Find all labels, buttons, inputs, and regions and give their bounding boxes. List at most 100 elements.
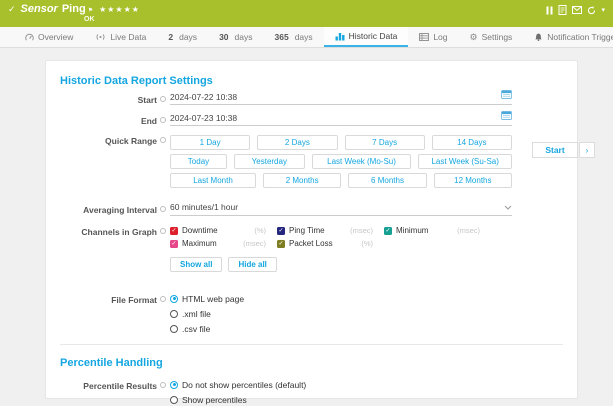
tab-live-data[interactable]: Live Data: [84, 27, 157, 47]
tab-label: days: [295, 32, 313, 42]
quick-range-12-months-button[interactable]: 12 Months: [434, 173, 512, 188]
tab-historic-data[interactable]: Historic Data: [324, 27, 409, 47]
channel-minimum: Minimum (msec): [384, 226, 480, 235]
quick-range-last-week-su-sa-button[interactable]: Last Week (Su-Sa): [418, 154, 512, 169]
start-report-button-group: Start ›: [532, 142, 595, 158]
radio-icon: [170, 396, 178, 404]
tab-label: Log: [433, 32, 447, 42]
tab-label: Overview: [38, 32, 73, 42]
tab-number: 365: [275, 32, 289, 42]
quick-range-2-months-button[interactable]: 2 Months: [263, 173, 341, 188]
tab-2-days[interactable]: 2 days: [157, 27, 208, 47]
percentile-hide-radio[interactable]: Do not show percentiles (default): [170, 380, 512, 389]
show-all-button[interactable]: Show all: [170, 257, 222, 272]
sensor-status-bar: ✓ Sensor Ping ⚑ ★★★★★ OK ▾: [0, 0, 613, 27]
quick-range-1-day-button[interactable]: 1 Day: [170, 135, 250, 150]
bar-chart-icon: [335, 32, 345, 41]
quick-range-yesterday-button[interactable]: Yesterday: [234, 154, 305, 169]
section-title-report-settings: Historic Data Report Settings: [60, 75, 563, 87]
calendar-icon[interactable]: [501, 110, 512, 122]
quick-range-last-month-button[interactable]: Last Month: [170, 173, 256, 188]
averaging-interval-row: Averaging Interval 60 minutes/1 hour: [60, 204, 563, 216]
section-title-percentile: Percentile Handling: [60, 357, 563, 369]
section-divider: [60, 344, 563, 345]
radio-selected-icon: [170, 381, 178, 389]
channel-name: Maximum: [182, 239, 239, 248]
info-icon[interactable]: [160, 96, 166, 102]
tab-overview[interactable]: Overview: [14, 27, 84, 47]
quick-range-14-days-button[interactable]: 14 Days: [432, 135, 512, 150]
channel-checkbox[interactable]: [170, 227, 178, 235]
info-icon[interactable]: [160, 137, 166, 143]
calendar-icon[interactable]: [501, 89, 512, 101]
channel-name: Packet Loss: [289, 239, 357, 248]
gauge-icon: [25, 33, 34, 42]
sensor-kind-label: Sensor: [21, 3, 58, 15]
sensor-name: Ping: [62, 3, 86, 15]
file-format-html-radio[interactable]: HTML web page: [170, 294, 512, 303]
end-row: End 2024-07-23 10:38: [60, 115, 563, 126]
channel-packet-loss: Packet Loss (%): [277, 239, 373, 248]
channel-unit: (%): [254, 226, 266, 235]
tab-30-days[interactable]: 30 days: [208, 27, 263, 47]
percentile-results-row: Percentile Results Do not show percentil…: [60, 380, 563, 404]
tab-settings[interactable]: ⚙ Settings: [459, 27, 524, 47]
tab-label: days: [179, 32, 197, 42]
channel-checkbox[interactable]: [170, 240, 178, 248]
email-icon[interactable]: [572, 6, 582, 14]
radio-label: HTML web page: [182, 294, 244, 304]
channel-checkbox[interactable]: [277, 240, 285, 248]
channel-name: Downtime: [182, 226, 250, 235]
channel-checkbox[interactable]: [277, 227, 285, 235]
info-icon[interactable]: [160, 228, 166, 234]
radio-icon: [170, 310, 178, 318]
info-icon[interactable]: [160, 117, 166, 123]
averaging-interval-label: Averaging Interval: [83, 205, 157, 215]
log-table-icon: [419, 33, 429, 41]
quick-range-row: Quick Range 1 Day 2 Days 7 Days 14 Days …: [60, 135, 563, 188]
radio-icon: [170, 325, 178, 333]
radio-label: .xml file: [182, 309, 211, 319]
hide-all-button[interactable]: Hide all: [228, 257, 276, 272]
ok-check-icon: ✓: [8, 4, 16, 15]
caret-down-icon[interactable]: ▾: [601, 7, 605, 14]
tab-label: Settings: [482, 32, 513, 42]
channel-checkbox[interactable]: [384, 227, 392, 235]
export-icon[interactable]: [558, 5, 567, 15]
quick-range-7-days-button[interactable]: 7 Days: [345, 135, 425, 150]
file-format-xml-radio[interactable]: .xml file: [170, 309, 512, 318]
info-icon[interactable]: [160, 206, 166, 212]
start-row: Start 2024-07-22 10:38: [60, 94, 563, 105]
start-report-button[interactable]: Start: [532, 142, 578, 158]
refresh-icon[interactable]: [587, 6, 596, 15]
priority-stars[interactable]: ★★★★★: [99, 5, 140, 14]
quick-range-2-days-button[interactable]: 2 Days: [257, 135, 337, 150]
quick-range-today-button[interactable]: Today: [170, 154, 227, 169]
quick-range-6-months-button[interactable]: 6 Months: [348, 173, 426, 188]
file-format-csv-radio[interactable]: .csv file: [170, 324, 512, 333]
tab-notification-triggers[interactable]: Notification Triggers: [523, 27, 613, 47]
info-icon[interactable]: [160, 296, 166, 302]
collapse-panel-button[interactable]: ›: [579, 142, 595, 158]
quick-range-label: Quick Range: [105, 136, 157, 146]
channels-row: Channels in Graph Downtime (%) Ping Time…: [60, 226, 563, 272]
channel-unit: (msec): [243, 239, 266, 248]
bell-icon: [534, 32, 543, 42]
tab-365-days[interactable]: 365 days: [264, 27, 324, 47]
quick-range-last-week-mo-su-button[interactable]: Last Week (Mo-Su): [312, 154, 412, 169]
radio-selected-icon: [170, 295, 178, 303]
start-datetime-input[interactable]: 2024-07-22 10:38: [170, 94, 512, 105]
channel-unit: (msec): [457, 226, 480, 235]
sensor-flag-icon: ⚑: [88, 7, 93, 14]
end-datetime-input[interactable]: 2024-07-23 10:38: [170, 115, 512, 126]
averaging-interval-select[interactable]: 60 minutes/1 hour: [170, 204, 512, 216]
tab-number: 30: [219, 32, 228, 42]
info-icon[interactable]: [160, 382, 166, 388]
pause-icon[interactable]: [546, 6, 553, 15]
start-datetime-value: 2024-07-22 10:38: [170, 92, 237, 102]
tab-log[interactable]: Log: [408, 27, 458, 47]
gear-icon: ⚙: [470, 33, 478, 42]
end-datetime-value: 2024-07-23 10:38: [170, 113, 237, 123]
channel-ping-time: Ping Time (msec): [277, 226, 373, 235]
percentile-show-radio[interactable]: Show percentiles: [170, 395, 512, 404]
